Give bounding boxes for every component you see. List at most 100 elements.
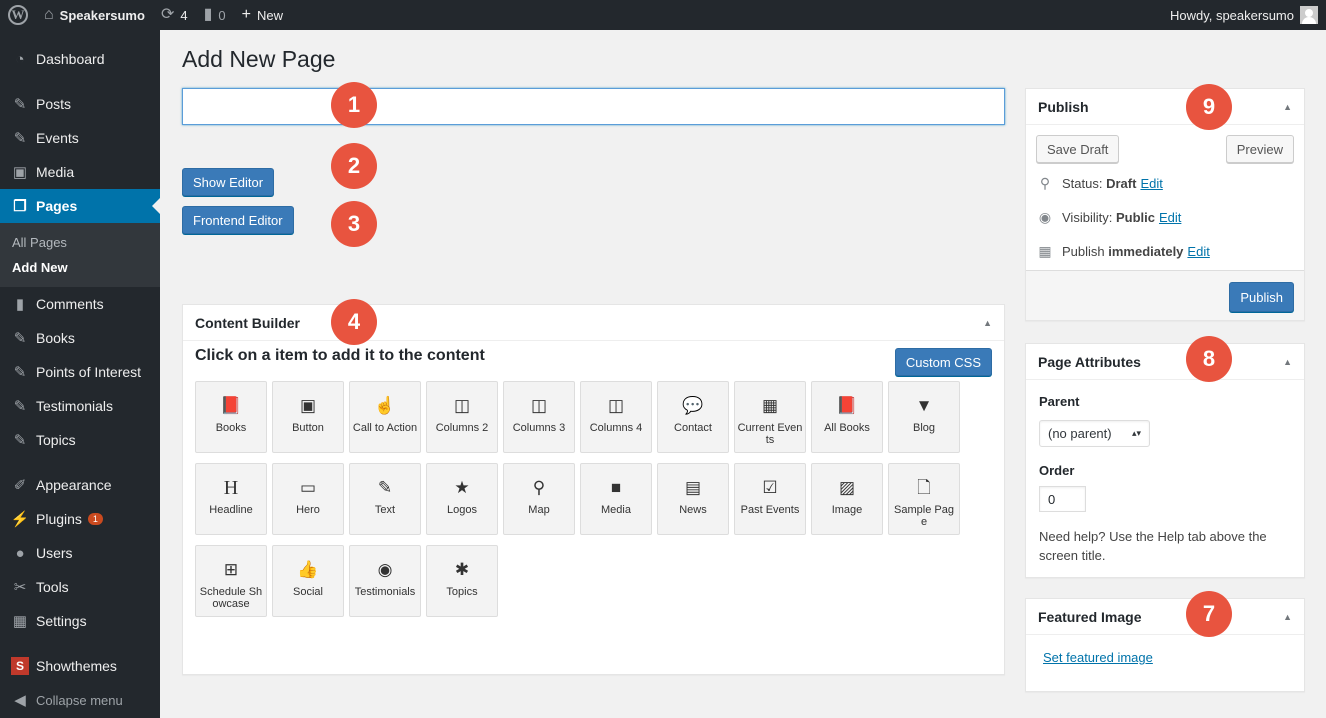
comments-link[interactable]: ▮ 0 bbox=[196, 0, 234, 30]
sidebar-item-comments[interactable]: ▮ Comments bbox=[0, 287, 160, 321]
star-icon: ★ bbox=[454, 478, 470, 497]
collapse-toggle-icon[interactable]: ▲ bbox=[1283, 102, 1292, 112]
sidebar-item-label: Pages bbox=[36, 198, 78, 214]
sidebar-item-topics[interactable]: ✎ Topics bbox=[0, 423, 160, 457]
tile-label: All Books bbox=[824, 422, 870, 434]
tile-columns-2[interactable]: ◫ Columns 2 bbox=[426, 381, 498, 453]
sidebar-item-media[interactable]: ▣ Media bbox=[0, 155, 160, 189]
pin-icon: ✎ bbox=[13, 130, 27, 147]
sidebar-item-label: Books bbox=[36, 330, 75, 346]
publish-header[interactable]: Publish ▲ bbox=[1026, 89, 1304, 125]
content-builder-instruction: Click on a item to add it to the content bbox=[195, 347, 485, 364]
parent-select[interactable]: (no parent) ▴▾ bbox=[1039, 420, 1150, 447]
updates-link[interactable]: ⟳ 4 bbox=[153, 0, 196, 30]
comment-bubble-icon: ▮ bbox=[203, 6, 213, 23]
tile-call-to-action[interactable]: ☝ Call to Action bbox=[349, 381, 421, 453]
tile-past-events[interactable]: ☑ Past Events bbox=[734, 463, 806, 535]
sidebar-item-settings[interactable]: ▦ Settings bbox=[0, 604, 160, 638]
tile-sample-page[interactable]: 🗋 Sample Page bbox=[888, 463, 960, 535]
tile-hero[interactable]: ▭ Hero bbox=[272, 463, 344, 535]
sidebar-item-pages[interactable]: ❐ Pages bbox=[0, 189, 160, 223]
sidebar-item-dashboard[interactable]: ◔ Dashboard bbox=[0, 42, 160, 76]
sidebar-item-showthemes[interactable]: S Showthemes bbox=[0, 649, 160, 683]
help-text: Need help? Use the Help tab above the sc… bbox=[1039, 529, 1267, 563]
edit-status-link[interactable]: Edit bbox=[1140, 176, 1162, 191]
site-name-link[interactable]: ⌂ Speakersumo bbox=[36, 0, 153, 30]
edit-schedule-link[interactable]: Edit bbox=[1187, 244, 1209, 259]
tile-social[interactable]: 👍 Social bbox=[272, 545, 344, 617]
sidebar-item-books[interactable]: ✎ Books bbox=[0, 321, 160, 355]
collapse-toggle-icon[interactable]: ▲ bbox=[1283, 612, 1292, 622]
submenu-add-new[interactable]: Add New bbox=[0, 255, 160, 280]
sidebar-item-label: Events bbox=[36, 130, 79, 146]
sidebar-item-appearance[interactable]: ✐ Appearance bbox=[0, 468, 160, 502]
show-editor-button[interactable]: Show Editor bbox=[182, 168, 275, 196]
content-builder-header[interactable]: Content Builder ▲ bbox=[183, 305, 1004, 341]
order-input[interactable]: 0 bbox=[1039, 486, 1086, 512]
tile-all-books[interactable]: 📕 All Books bbox=[811, 381, 883, 453]
tile-current-events[interactable]: ▦ Current Events bbox=[734, 381, 806, 453]
tile-label: Columns 2 bbox=[435, 422, 489, 434]
columns-icon: ◫ bbox=[607, 396, 625, 415]
collapse-menu-button[interactable]: ◀ Collapse menu bbox=[0, 683, 160, 717]
plus-icon: + bbox=[241, 6, 251, 23]
my-account-menu[interactable]: Howdy, speakersumo bbox=[1170, 0, 1326, 30]
preview-button[interactable]: Preview bbox=[1225, 135, 1294, 163]
save-draft-button[interactable]: Save Draft bbox=[1036, 135, 1120, 163]
tile-label: Current Events bbox=[737, 422, 803, 446]
page-attributes-header[interactable]: Page Attributes ▲ bbox=[1026, 344, 1304, 380]
tile-blog[interactable]: ▼ Blog bbox=[888, 381, 960, 453]
tile-label: Logos bbox=[447, 504, 477, 516]
settings-icon: ▦ bbox=[12, 613, 28, 630]
eye-icon: ◉ bbox=[1038, 209, 1052, 225]
new-content-link[interactable]: + New bbox=[234, 0, 291, 30]
file-icon: 🗋 bbox=[917, 478, 931, 497]
tile-columns-4[interactable]: ◫ Columns 4 bbox=[580, 381, 652, 453]
site-name: Speakersumo bbox=[59, 7, 145, 23]
submenu-all-pages[interactable]: All Pages bbox=[0, 230, 160, 255]
sidebar-item-points-of-interest[interactable]: ✎ Points of Interest bbox=[0, 355, 160, 389]
post-title-input[interactable] bbox=[182, 88, 1005, 125]
tile-news[interactable]: ▤ News bbox=[657, 463, 729, 535]
sidebar-item-posts[interactable]: ✎ Posts bbox=[0, 87, 160, 121]
comment-icon: ▮ bbox=[15, 296, 25, 313]
tile-books[interactable]: 📕 Books bbox=[195, 381, 267, 453]
collapse-toggle-icon[interactable]: ▲ bbox=[983, 318, 992, 328]
wp-logo-menu[interactable]: W bbox=[0, 0, 36, 30]
tile-label: Columns 4 bbox=[589, 422, 643, 434]
tile-map[interactable]: ⚲ Map bbox=[503, 463, 575, 535]
custom-css-button[interactable]: Custom CSS bbox=[894, 348, 992, 376]
collapse-toggle-icon[interactable]: ▲ bbox=[1283, 357, 1292, 367]
sidebar-item-testimonials[interactable]: ✎ Testimonials bbox=[0, 389, 160, 423]
tile-schedule-showcase[interactable]: ⊞ Schedule Showcase bbox=[195, 545, 267, 617]
publish-button[interactable]: Publish bbox=[1229, 282, 1294, 312]
pin-icon: ✎ bbox=[13, 398, 27, 415]
tile-button[interactable]: ▣ Button bbox=[272, 381, 344, 453]
tile-headline[interactable]: H Headline bbox=[195, 463, 267, 535]
tile-label: Headline bbox=[209, 504, 253, 516]
page-title: Add New Page bbox=[182, 46, 336, 72]
tile-contact[interactable]: 💬 Contact bbox=[657, 381, 729, 453]
tile-logos[interactable]: ★ Logos bbox=[426, 463, 498, 535]
tile-media[interactable]: ■ Media bbox=[580, 463, 652, 535]
tile-columns-3[interactable]: ◫ Columns 3 bbox=[503, 381, 575, 453]
tile-topics[interactable]: ✱ Topics bbox=[426, 545, 498, 617]
sidebar-item-tools[interactable]: ✂ Tools bbox=[0, 570, 160, 604]
frontend-editor-button[interactable]: Frontend Editor bbox=[182, 206, 294, 234]
sidebar-item-events[interactable]: ✎ Events bbox=[0, 121, 160, 155]
set-featured-image-link[interactable]: Set featured image bbox=[1043, 650, 1153, 665]
marker-7: 7 bbox=[1186, 591, 1232, 637]
tile-image[interactable]: ▨ Image bbox=[811, 463, 883, 535]
newspaper-icon: ▤ bbox=[684, 478, 702, 497]
tile-label: Call to Action bbox=[352, 422, 418, 434]
new-label: New bbox=[256, 7, 283, 23]
edit-visibility-link[interactable]: Edit bbox=[1159, 210, 1181, 225]
sidebar-item-plugins[interactable]: ⚡ Plugins 1 bbox=[0, 502, 160, 536]
tile-label: Map bbox=[528, 504, 550, 516]
parent-select-value: (no parent) bbox=[1048, 426, 1112, 441]
sidebar-item-users[interactable]: ● Users bbox=[0, 536, 160, 570]
status-row: ⚲ Status: Draft Edit bbox=[1036, 175, 1163, 192]
tile-testimonials[interactable]: ◉ Testimonials bbox=[349, 545, 421, 617]
tile-text[interactable]: ✎ Text bbox=[349, 463, 421, 535]
featured-image-header[interactable]: Featured Image ▲ bbox=[1026, 599, 1304, 635]
